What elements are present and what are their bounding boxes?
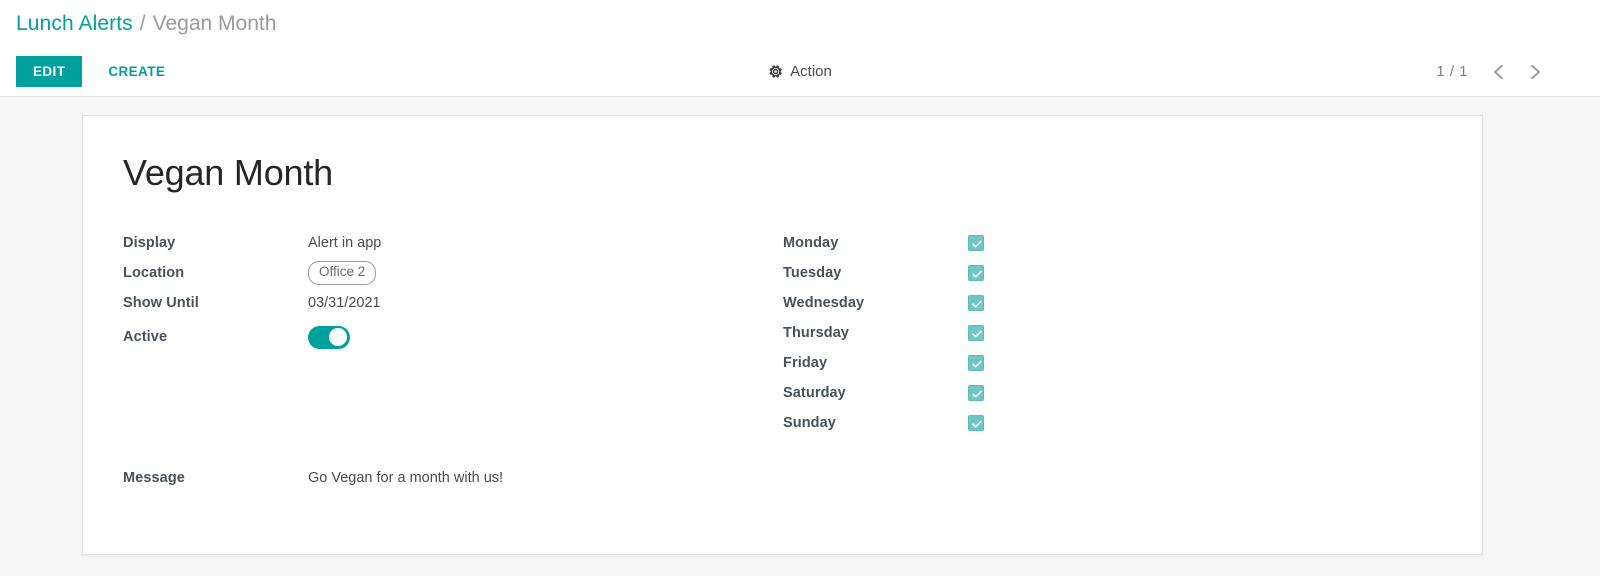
control-panel: EDIT CREATE Action 1 / 1 <box>0 47 1600 97</box>
form-column-left: Display Alert in app Location Office 2 S… <box>123 228 782 438</box>
day-label-wednesday: Wednesday <box>783 295 865 311</box>
day-checkbox-sunday[interactable] <box>968 415 984 431</box>
field-show-until-row: Show Until 03/31/2021 <box>123 288 782 318</box>
day-label-sunday: Sunday <box>783 415 836 431</box>
day-row-thursday: Thursday <box>783 318 1442 348</box>
edit-button[interactable]: EDIT <box>16 55 83 88</box>
day-checkbox-tuesday[interactable] <box>968 265 984 281</box>
field-show-until-value[interactable]: 03/31/2021 <box>308 295 381 311</box>
page-title: Vegan Month <box>123 152 333 193</box>
day-row-monday: Monday <box>783 228 1442 258</box>
field-show-until-label: Show Until <box>123 295 199 311</box>
day-checkbox-thursday[interactable] <box>968 325 984 341</box>
chevron-left-icon[interactable] <box>1490 63 1508 81</box>
toggle-knob <box>329 328 347 346</box>
day-checkbox-friday[interactable] <box>968 355 984 371</box>
action-menu-label: Action <box>790 63 832 80</box>
field-message-value[interactable]: Go Vegan for a month with us! <box>308 470 503 486</box>
day-row-tuesday: Tuesday <box>783 258 1442 288</box>
field-display-value[interactable]: Alert in app <box>308 235 381 251</box>
form-columns: Display Alert in app Location Office 2 S… <box>123 228 1442 438</box>
day-label-thursday: Thursday <box>783 325 850 341</box>
location-tag[interactable]: Office 2 <box>308 261 377 285</box>
sheet-container: Vegan Month Display Alert in app Locatio… <box>0 97 1600 555</box>
breadcrumb-current: Vegan Month <box>152 11 277 35</box>
pager-arrows <box>1490 63 1544 81</box>
chevron-right-icon[interactable] <box>1526 63 1544 81</box>
day-row-friday: Friday <box>783 348 1442 378</box>
day-row-saturday: Saturday <box>783 378 1442 408</box>
gear-icon <box>768 64 783 79</box>
active-toggle[interactable] <box>308 325 350 349</box>
day-row-wednesday: Wednesday <box>783 288 1442 318</box>
day-checkbox-wednesday[interactable] <box>968 295 984 311</box>
action-menu-button[interactable]: Action <box>768 63 832 80</box>
pager-count: 1 / 1 <box>1436 63 1468 80</box>
breadcrumb: Lunch Alerts / Vegan Month <box>0 0 1600 47</box>
odoo-form-view: Lunch Alerts / Vegan Month EDIT CREATE A… <box>0 0 1600 576</box>
field-active-row: Active <box>123 318 782 356</box>
breadcrumb-root-link[interactable]: Lunch Alerts <box>16 12 133 36</box>
day-checkbox-saturday[interactable] <box>968 385 984 401</box>
form-column-right: Monday Tuesday Wednesday Thursday Friday… <box>783 228 1442 438</box>
field-active-label: Active <box>123 329 168 345</box>
form-sheet: Vegan Month Display Alert in app Locatio… <box>82 115 1483 555</box>
field-location-row: Location Office 2 <box>123 258 782 288</box>
field-message-row: Message Go Vegan for a month with us! <box>123 463 1442 493</box>
field-message-label: Message <box>123 470 185 486</box>
message-block: Message Go Vegan for a month with us! <box>123 463 1442 493</box>
field-display-row: Display Alert in app <box>123 228 782 258</box>
pager: 1 / 1 <box>1436 63 1544 81</box>
field-location-label: Location <box>123 265 185 281</box>
field-display-label: Display <box>123 235 176 251</box>
day-label-tuesday: Tuesday <box>783 265 842 281</box>
breadcrumb-separator: / <box>139 11 146 35</box>
day-label-friday: Friday <box>783 355 828 371</box>
create-button[interactable]: CREATE <box>94 56 179 88</box>
day-label-monday: Monday <box>783 235 839 251</box>
day-label-saturday: Saturday <box>783 385 846 401</box>
day-checkbox-monday[interactable] <box>968 235 984 251</box>
day-row-sunday: Sunday <box>783 408 1442 438</box>
